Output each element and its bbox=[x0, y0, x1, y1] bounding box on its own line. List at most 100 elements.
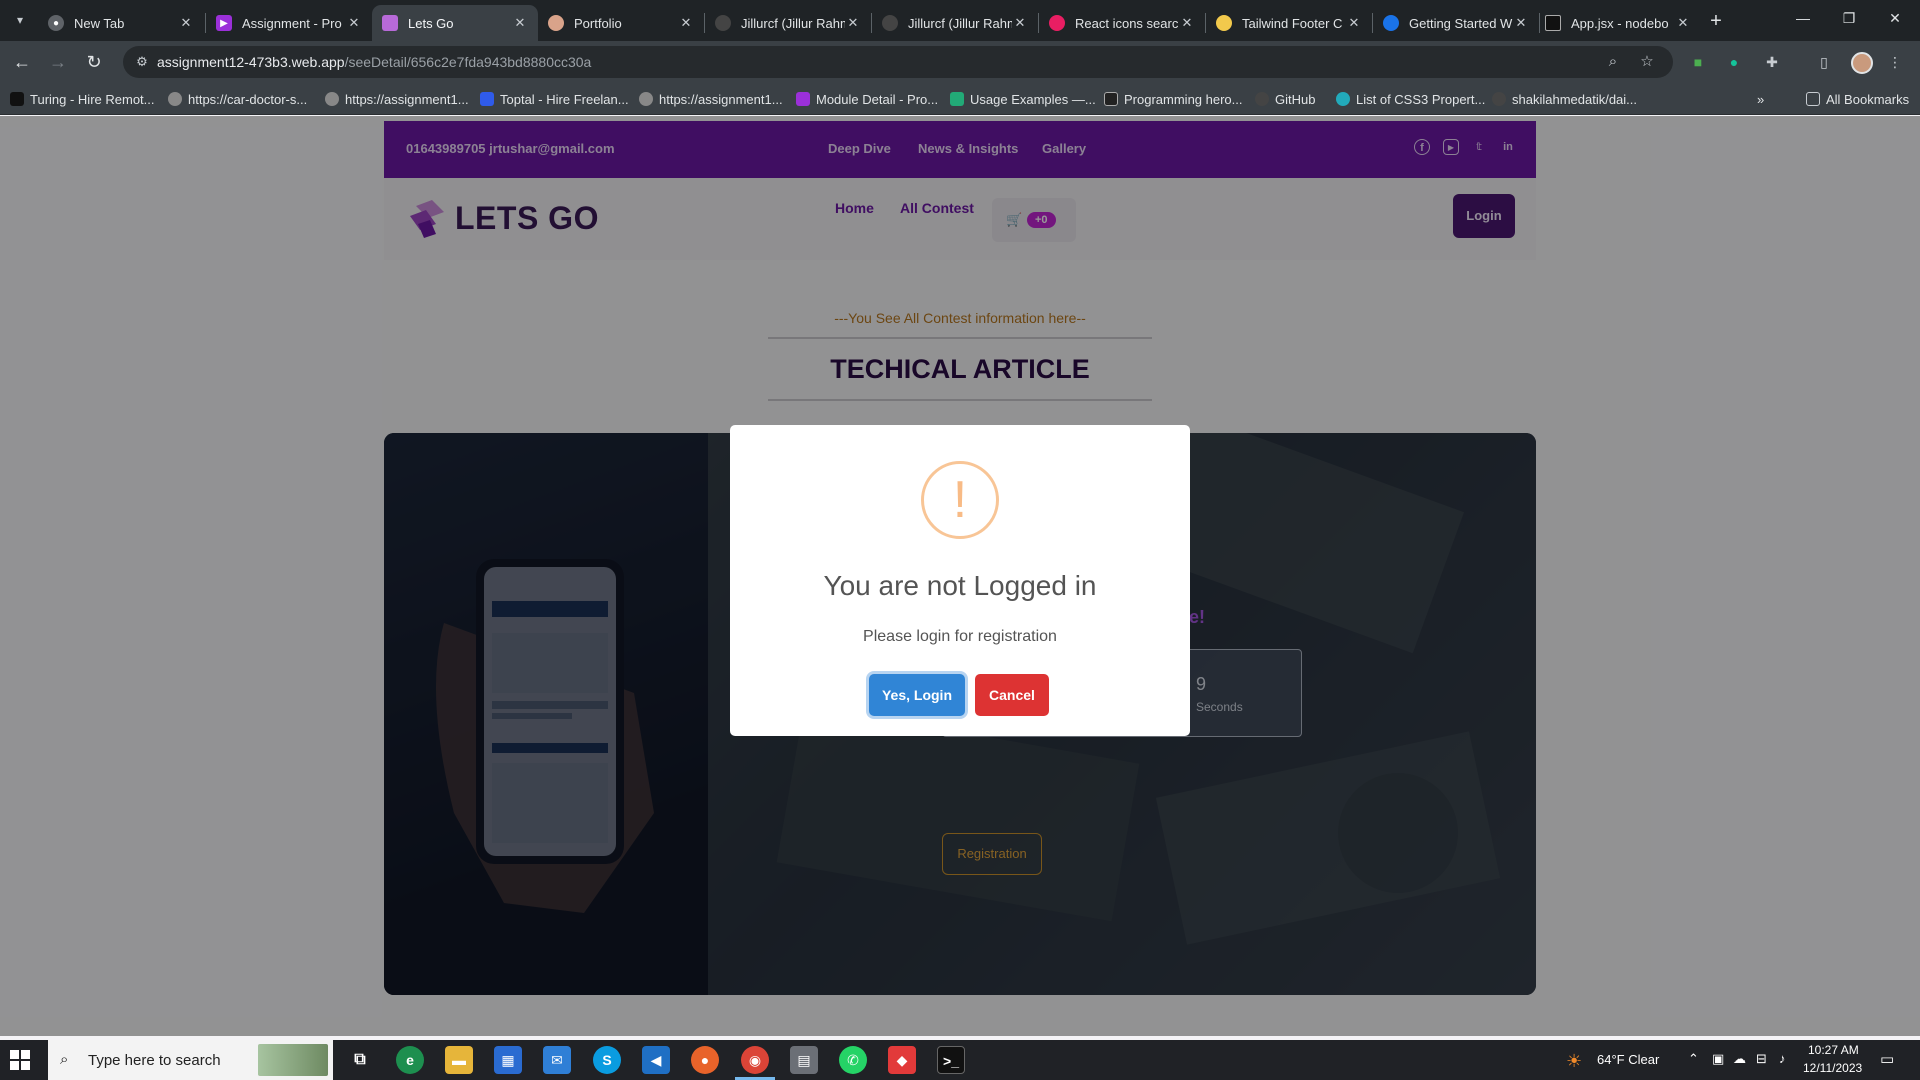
terminal-icon[interactable]: >_ bbox=[937, 1046, 965, 1074]
tab-title: React icons search bbox=[1075, 15, 1179, 31]
close-icon[interactable]: ✕ bbox=[1513, 15, 1529, 31]
close-icon[interactable]: ✕ bbox=[1012, 15, 1028, 31]
tray-app-icon[interactable]: ▣ bbox=[1712, 1051, 1724, 1067]
anydesk-icon[interactable]: ◆ bbox=[888, 1046, 916, 1074]
network-icon[interactable]: ⊟ bbox=[1756, 1051, 1767, 1067]
bookmark-item[interactable]: https://car-doctor-s... bbox=[168, 90, 307, 108]
close-window-button[interactable]: ✕ bbox=[1872, 0, 1918, 36]
weather-icon[interactable]: ☀ bbox=[1566, 1051, 1582, 1072]
browser-tab[interactable]: Portfolio ✕ bbox=[538, 5, 704, 41]
all-bookmarks-folder[interactable]: All Bookmarks bbox=[1806, 90, 1909, 108]
bookmark-item[interactable]: Programming hero... bbox=[1104, 90, 1243, 108]
skype-icon[interactable]: S bbox=[593, 1046, 621, 1074]
extensions-puzzle-icon[interactable]: ✚ bbox=[1762, 52, 1782, 72]
close-icon[interactable]: ✕ bbox=[845, 15, 861, 31]
bookmark-item[interactable]: List of CSS3 Propert... bbox=[1336, 90, 1485, 108]
github-icon bbox=[882, 15, 898, 31]
bookmark-item[interactable]: Turing - Hire Remot... bbox=[10, 90, 155, 108]
close-icon[interactable]: ✕ bbox=[1346, 15, 1362, 31]
tab-title: Jillurcf (Jillur Rahm bbox=[741, 15, 845, 31]
forward-button[interactable]: → bbox=[44, 48, 72, 76]
restore-button[interactable]: ❐ bbox=[1826, 0, 1872, 36]
edge-icon[interactable]: e bbox=[396, 1046, 424, 1074]
docs-icon bbox=[1383, 15, 1399, 31]
back-button[interactable]: ← bbox=[8, 48, 36, 76]
profile-avatar[interactable] bbox=[1851, 52, 1873, 74]
tray-chevron-icon[interactable]: ⌃ bbox=[1688, 1051, 1699, 1067]
tab-title: Tailwind Footer C bbox=[1242, 15, 1343, 31]
bookmark-item[interactable]: Usage Examples —... bbox=[950, 90, 1096, 108]
firefox-icon[interactable]: ● bbox=[691, 1046, 719, 1074]
exclamation-icon: ! bbox=[921, 461, 999, 539]
browser-tab[interactable]: ▶ Assignment - Pro ✕ bbox=[206, 5, 372, 41]
notifications-icon[interactable]: ▭ bbox=[1880, 1050, 1894, 1068]
onedrive-icon[interactable]: ☁ bbox=[1733, 1051, 1746, 1067]
close-icon[interactable]: ✕ bbox=[346, 15, 362, 31]
taskbar-search[interactable]: ⌕ Type here to search bbox=[48, 1040, 333, 1080]
extension-icon[interactable]: ■ bbox=[1688, 52, 1708, 72]
globe-icon bbox=[639, 92, 653, 106]
cancel-button[interactable]: Cancel bbox=[975, 674, 1049, 716]
file-explorer-icon[interactable]: ▬ bbox=[445, 1046, 473, 1074]
bookmark-item[interactable]: https://assignment1... bbox=[639, 90, 783, 108]
browser-tab-strip: ▾ ● New Tab ✕ ▶ Assignment - Pro ✕ Lets … bbox=[0, 0, 1920, 41]
minimize-button[interactable]: — bbox=[1780, 0, 1826, 36]
github-icon bbox=[715, 15, 731, 31]
address-bar[interactable]: ⚙ assignment12-473b3.web.app/seeDetail/6… bbox=[123, 46, 1673, 78]
windows-start-icon[interactable] bbox=[10, 1050, 30, 1070]
browser-tab[interactable]: ● New Tab ✕ bbox=[38, 5, 204, 41]
bookmark-item[interactable]: GitHub bbox=[1255, 90, 1315, 108]
clock-time[interactable]: 10:27 AM bbox=[1808, 1043, 1859, 1057]
globe-icon bbox=[168, 92, 182, 106]
bookmark-star-icon[interactable]: ☆ bbox=[1637, 52, 1657, 72]
zoom-icon[interactable]: ⌕ bbox=[1603, 52, 1623, 72]
close-icon[interactable]: ✕ bbox=[512, 15, 528, 31]
browser-tab[interactable]: App.jsx - nodebo ✕ bbox=[1535, 5, 1701, 41]
browser-tab[interactable]: React icons search ✕ bbox=[1039, 5, 1205, 41]
close-icon[interactable]: ✕ bbox=[178, 15, 194, 31]
close-icon[interactable]: ✕ bbox=[1675, 15, 1691, 31]
react-icons-icon bbox=[1049, 15, 1065, 31]
grammarly-icon[interactable]: ● bbox=[1724, 52, 1744, 72]
css-icon bbox=[1336, 92, 1350, 106]
tab-search-button[interactable]: ▾ bbox=[8, 8, 32, 32]
login-required-dialog: ! You are not Logged in Please login for… bbox=[730, 425, 1190, 736]
vscode-icon[interactable]: ◀ bbox=[642, 1046, 670, 1074]
menu-kebab-icon[interactable]: ⋮ bbox=[1885, 52, 1905, 72]
dialog-message: Please login for registration bbox=[863, 628, 1057, 645]
site-info-icon[interactable]: ⚙ bbox=[133, 53, 151, 71]
browser-tab[interactable]: Jillurcf (Jillur Rahm ✕ bbox=[872, 5, 1038, 41]
bookmark-item[interactable]: Module Detail - Pro... bbox=[796, 90, 938, 108]
browser-toolbar: ← → ↻ ⚙ assignment12-473b3.web.app/seeDe… bbox=[0, 41, 1920, 83]
browser-tab[interactable]: Getting Started W ✕ bbox=[1373, 5, 1539, 41]
mail-icon[interactable]: ✉ bbox=[543, 1046, 571, 1074]
tab-title: Portfolio bbox=[574, 15, 622, 31]
chrome-icon[interactable]: ◉ bbox=[741, 1046, 769, 1074]
bookmark-item[interactable]: Toptal - Hire Freelan... bbox=[480, 90, 629, 108]
bookmark-icon bbox=[10, 92, 24, 106]
new-tab-button[interactable]: + bbox=[1702, 8, 1730, 36]
bookmarks-bar: Turing - Hire Remot... https://car-docto… bbox=[0, 83, 1920, 115]
yes-login-button[interactable]: Yes, Login bbox=[869, 674, 965, 716]
volume-icon[interactable]: ♪ bbox=[1779, 1051, 1786, 1066]
side-panel-icon[interactable]: ▯ bbox=[1814, 52, 1834, 72]
reload-button[interactable]: ↻ bbox=[80, 48, 108, 76]
weather-text[interactable]: 64°F Clear bbox=[1597, 1052, 1659, 1067]
browser-tab-active[interactable]: Lets Go ✕ bbox=[372, 5, 538, 41]
whatsapp-icon[interactable]: ✆ bbox=[839, 1046, 867, 1074]
bookmark-item[interactable]: https://assignment1... bbox=[325, 90, 469, 108]
close-icon[interactable]: ✕ bbox=[678, 15, 694, 31]
globe-icon bbox=[325, 92, 339, 106]
tab-title: Jillurcf (Jillur Rahm bbox=[908, 15, 1012, 31]
close-icon[interactable]: ✕ bbox=[1179, 15, 1195, 31]
more-bookmarks-chevron-icon[interactable]: » bbox=[1757, 90, 1764, 108]
task-view-icon[interactable]: ⧉ bbox=[346, 1046, 374, 1074]
app-icon[interactable]: ▤ bbox=[790, 1046, 818, 1074]
clock-date[interactable]: 12/11/2023 bbox=[1803, 1061, 1862, 1075]
browser-tab[interactable]: Tailwind Footer C ✕ bbox=[1206, 5, 1372, 41]
url-text: assignment12-473b3.web.app/seeDetail/656… bbox=[157, 54, 592, 70]
tab-title: App.jsx - nodebo bbox=[1571, 15, 1669, 31]
bookmark-item[interactable]: shakilahmedatik/dai... bbox=[1492, 90, 1637, 108]
browser-tab[interactable]: Jillurcf (Jillur Rahm ✕ bbox=[705, 5, 871, 41]
microsoft-store-icon[interactable]: ▦ bbox=[494, 1046, 522, 1074]
